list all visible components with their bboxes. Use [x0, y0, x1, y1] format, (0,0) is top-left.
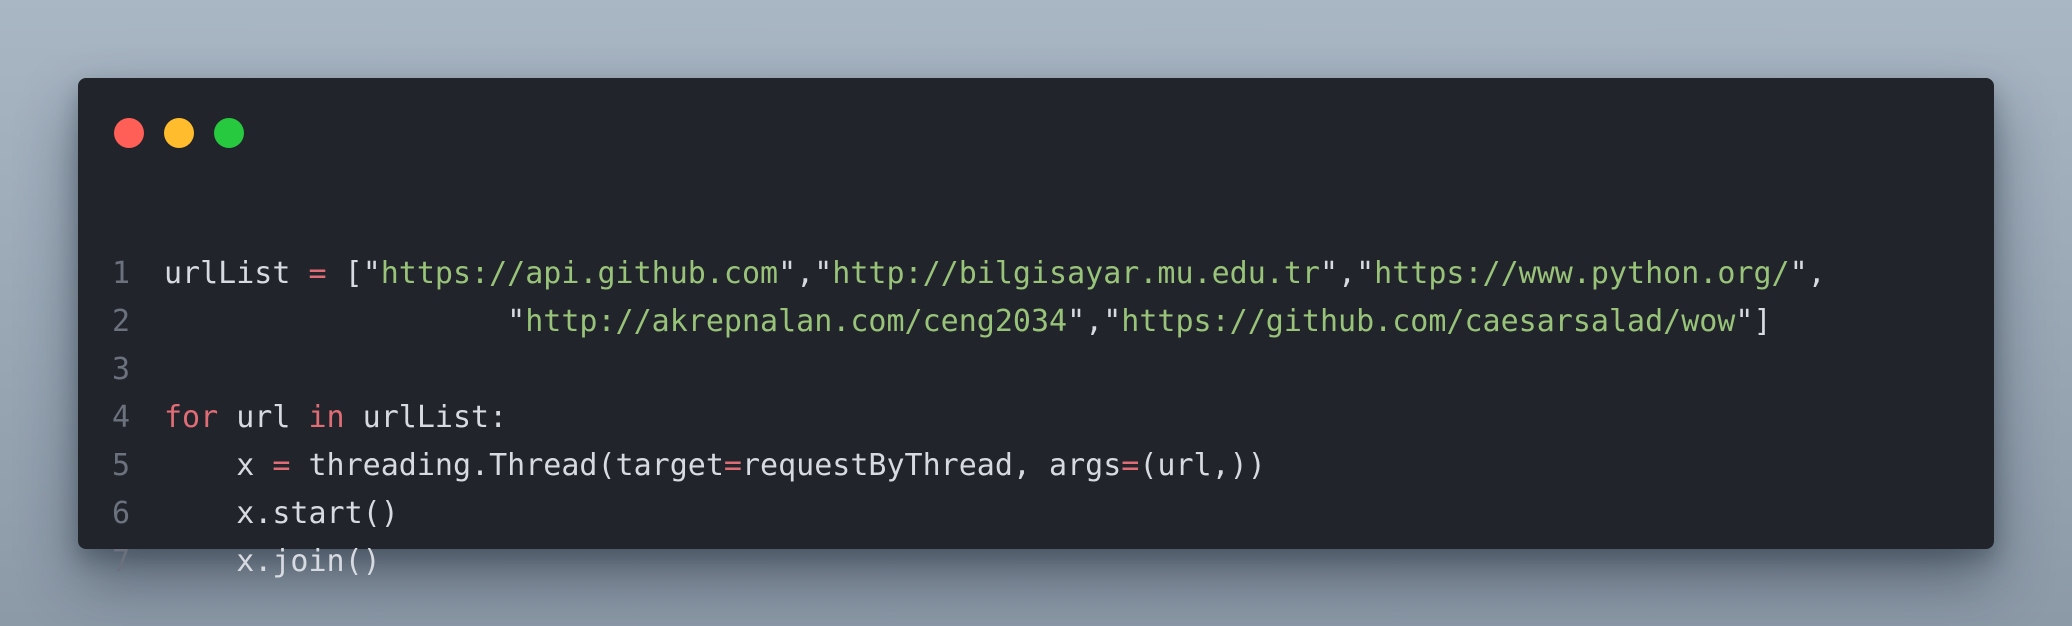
code-token: ]: [1753, 304, 1772, 339]
code-token: =: [723, 448, 742, 483]
code-line: 2 "http://akrepnalan.com/ceng2034","http…: [112, 298, 1974, 346]
code-token: ": [814, 256, 833, 291]
line-number: 5: [112, 448, 131, 483]
code-token: ": [1789, 256, 1808, 291]
close-button[interactable]: [114, 118, 144, 148]
code-window: 1 urlList = ["https://api.github.com","ht…: [78, 78, 1994, 579]
code-token: http://akrepnalan.com/ceng2034: [525, 304, 1068, 339]
code-line: 6 x.start(): [112, 490, 1974, 538]
code-token: threading.Thread(target: [290, 448, 724, 483]
code-token: x: [164, 448, 273, 483]
line-number: 2: [112, 304, 131, 339]
code-token: (url,)): [1139, 448, 1266, 483]
code-token: ": [1356, 256, 1375, 291]
code-token: ": [1067, 304, 1086, 339]
code-token: in: [308, 400, 345, 435]
code-token: ,: [796, 256, 815, 291]
line-number: 3: [112, 352, 131, 387]
code-token: https://github.com/caesarsalad/wow: [1121, 304, 1736, 339]
code-token: requestByThread, args: [741, 448, 1122, 483]
line-number: 1: [112, 256, 131, 291]
minimize-button[interactable]: [164, 118, 194, 148]
code-line: 4 for url in urlList:: [112, 394, 1974, 442]
code-token: urlList: [164, 256, 309, 291]
code-token: http://bilgisayar.mu.edu.tr: [832, 256, 1320, 291]
code-token: url: [218, 400, 309, 435]
code-token: ": [507, 304, 526, 339]
code-token: https://api.github.com: [380, 256, 779, 291]
code-token: ,: [1807, 256, 1826, 291]
code-token: x.join(): [164, 544, 381, 579]
code-token: =: [272, 448, 291, 483]
line-number: 6: [112, 496, 131, 531]
code-token: ": [778, 256, 797, 291]
code-token: ": [1103, 304, 1122, 339]
code-token: ,: [1338, 256, 1357, 291]
code-line: 7 x.join(): [112, 538, 1974, 586]
code-line: 1 urlList = ["https://api.github.com","ht…: [112, 250, 1974, 298]
code-line: 5 x = threading.Thread(target=requestByT…: [112, 442, 1974, 490]
code-token: ": [1319, 256, 1339, 291]
code-token: =: [1121, 448, 1140, 483]
code-token: x.start(): [164, 496, 399, 531]
code-token: ,: [1085, 304, 1104, 339]
code-token: ": [362, 256, 381, 291]
code-token: for: [164, 400, 219, 435]
code-token: https://www.python.org/: [1374, 256, 1790, 291]
code-block: 1 urlList = ["https://api.github.com","ht…: [112, 250, 1974, 586]
maximize-button[interactable]: [214, 118, 244, 148]
code-token: ": [1735, 304, 1754, 339]
code-line: 3: [112, 346, 1974, 394]
code-token: urlList:: [344, 400, 508, 435]
window-controls: [114, 118, 244, 150]
code-token: =: [308, 256, 327, 291]
line-number: 4: [112, 400, 131, 435]
line-number: 7: [112, 544, 131, 579]
code-token: [: [326, 256, 363, 291]
